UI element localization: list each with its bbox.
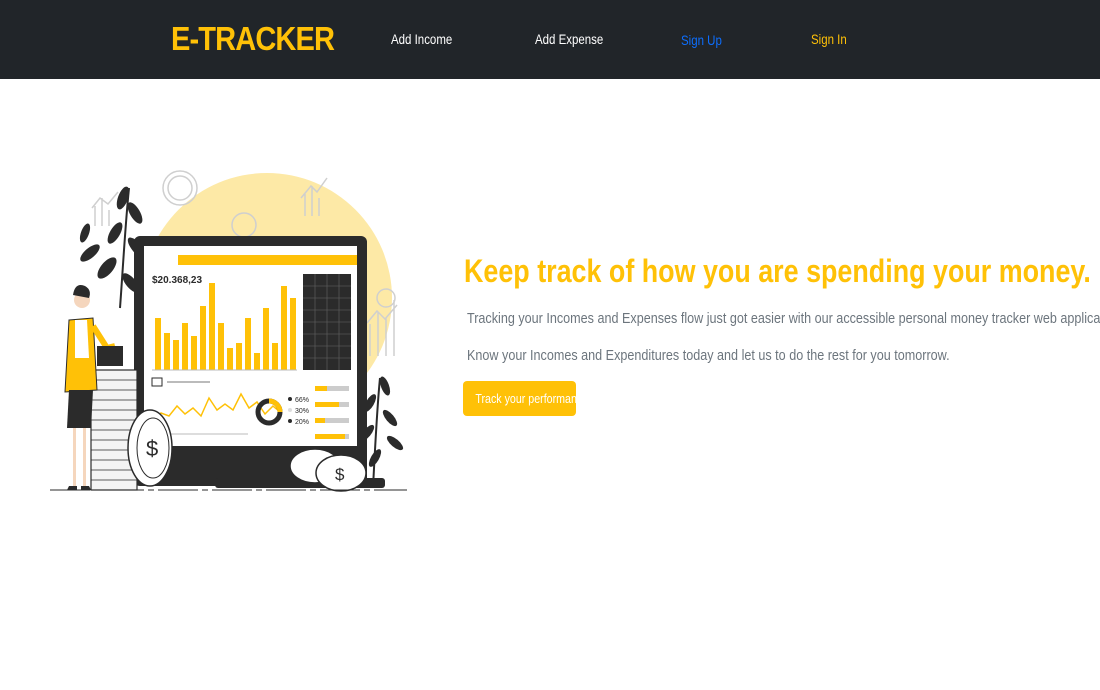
track-performance-button[interactable]: Track your performance <box>463 381 588 416</box>
svg-text:$: $ <box>335 465 345 484</box>
nav-add-expense[interactable]: Add Expense <box>535 31 603 47</box>
illustration-amount: $20.368,23 <box>152 275 202 286</box>
nav-sign-in[interactable]: Sign In <box>811 31 847 47</box>
nav-sign-up[interactable]: Sign Up <box>681 32 722 48</box>
svg-text:66%: 66% <box>295 397 309 404</box>
navbar: E-TRACKER Add Income Add Expense Sign Up… <box>0 0 1100 79</box>
svg-text:30%: 30% <box>295 408 309 415</box>
hero-paragraph-2: Know your Incomes and Expenditures today… <box>467 347 950 364</box>
hero-illustration: $20.368,23 66% 30% 20% $ $ <box>50 170 407 492</box>
brand-logo[interactable]: E-TRACKER <box>171 20 335 58</box>
svg-text:$: $ <box>146 436 158 461</box>
hero-paragraph-1: Tracking your Incomes and Expenses flow … <box>467 310 1100 327</box>
nav-add-income[interactable]: Add Income <box>391 31 452 47</box>
hero-title: Keep track of how you are spending your … <box>464 253 1091 289</box>
track-performance-label: Track your performance <box>475 391 589 406</box>
svg-text:20%: 20% <box>295 419 309 426</box>
